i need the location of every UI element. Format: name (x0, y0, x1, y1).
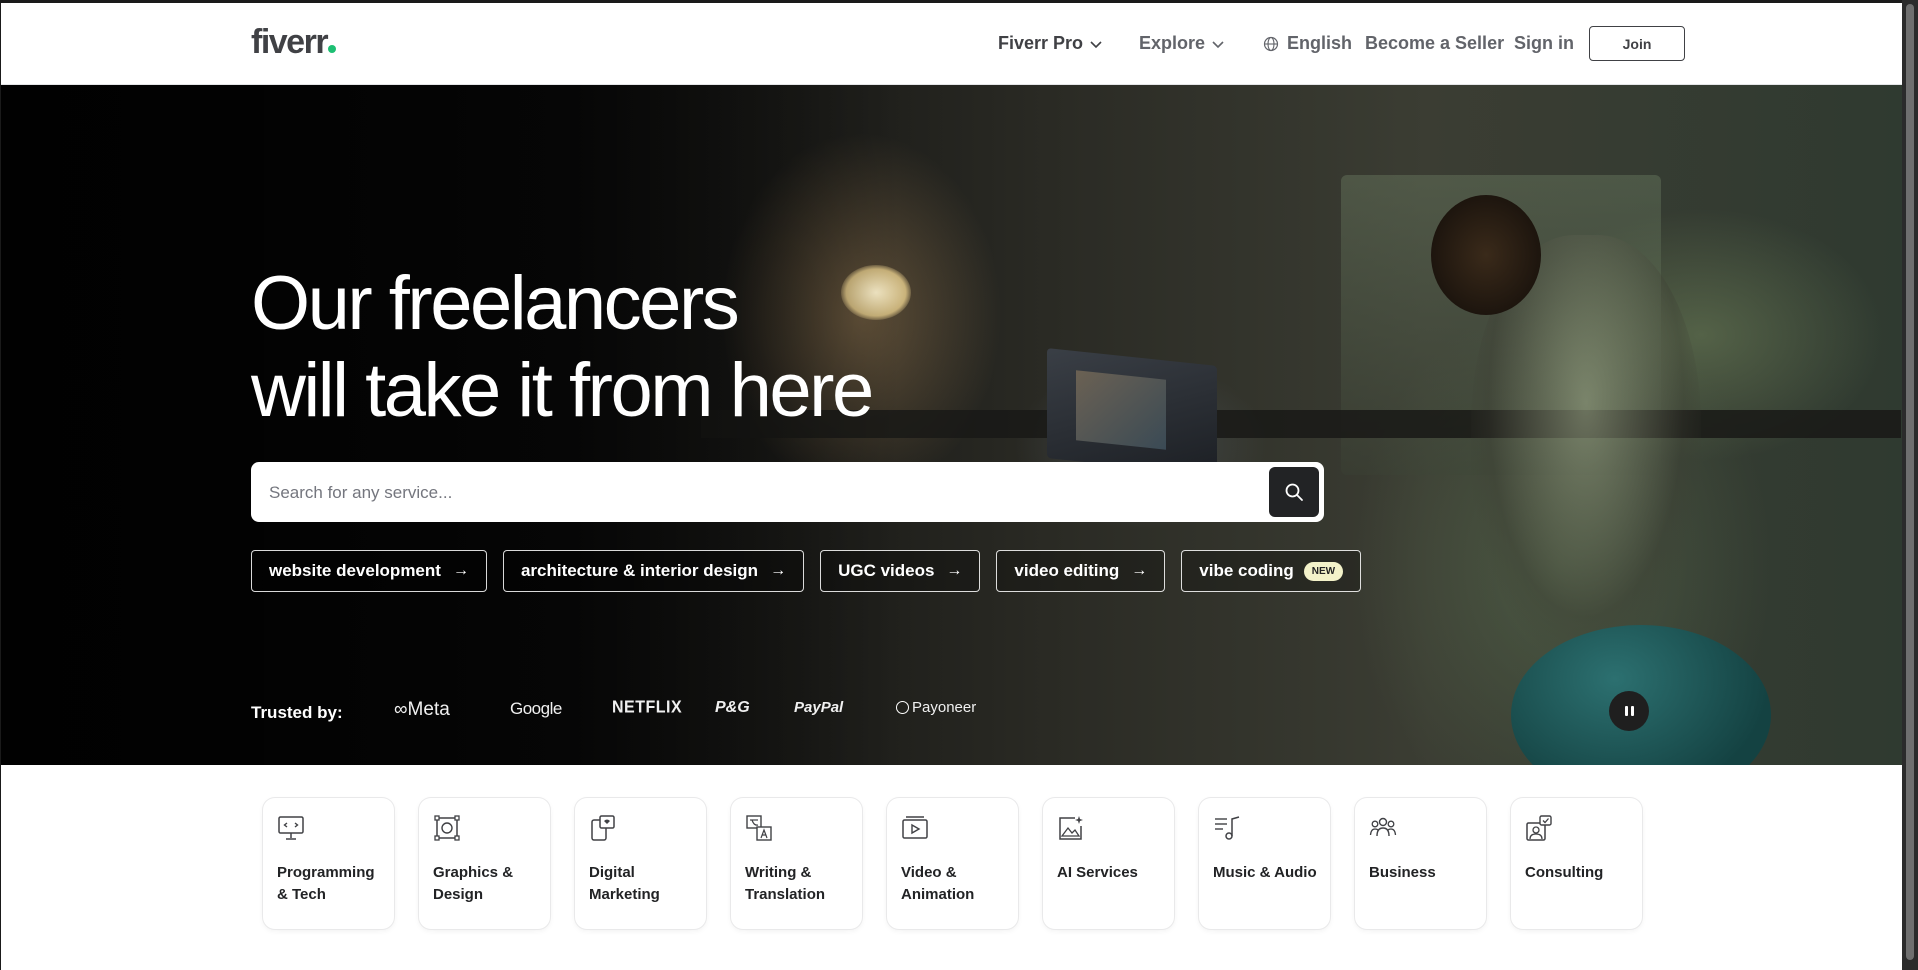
category-music-audio[interactable]: Music & Audio (1199, 798, 1330, 929)
pg-logo: P&G (715, 699, 750, 716)
trusted-by-label: Trusted by: (251, 703, 343, 722)
meta-logo: ∞Meta (394, 699, 450, 720)
category-label: Music & Audio (1213, 864, 1317, 881)
category-label: Programming & Tech (277, 864, 375, 903)
category-video-animation[interactable]: Video & Animation (887, 798, 1018, 929)
chip-video-editing[interactable]: video editing → (996, 550, 1166, 592)
chip-vibe-coding[interactable]: vibe coding NEW (1181, 550, 1362, 592)
chip-website-development[interactable]: website development → (251, 550, 487, 592)
become-seller-label: Become a Seller (1365, 33, 1505, 53)
fiverr-pro-label: Fiverr Pro (998, 33, 1084, 53)
category-writing-translation[interactable]: Writing & Translation (731, 798, 862, 929)
hero-section: Our freelancers will take it from here w… (1, 85, 1902, 765)
chevron-down-icon (1090, 40, 1102, 48)
globe-icon (1263, 36, 1279, 51)
category-consulting[interactable]: Consulting (1511, 798, 1642, 929)
explore-menu[interactable]: Explore (1139, 33, 1225, 54)
sign-in-link[interactable]: Sign in (1514, 33, 1574, 54)
arrow-right-icon: → (770, 562, 787, 579)
new-badge: NEW (1303, 561, 1344, 581)
translation-icon (746, 815, 772, 841)
chip-label: video editing (1014, 561, 1120, 580)
category-label: AI Services (1057, 864, 1138, 881)
pause-icon (1630, 706, 1634, 716)
category-business[interactable]: Business (1355, 798, 1486, 929)
hero-title-line-2: will take it from here (251, 348, 874, 433)
consulting-icon (1526, 815, 1552, 841)
pause-icon (1624, 706, 1628, 716)
join-label: Join (1622, 35, 1652, 52)
logo-green-dot (328, 45, 337, 53)
language-selector[interactable]: English (1263, 33, 1352, 54)
payoneer-logo-text: Payoneer (912, 699, 977, 716)
hero-bg-laptop-screen (1076, 370, 1166, 450)
arrow-right-icon: → (946, 562, 963, 579)
hero-bg-head (1431, 195, 1541, 315)
hero-title: Our freelancers will take it from here (251, 260, 874, 434)
music-note-icon (1215, 816, 1240, 840)
hero-title-line-1: Our freelancers (251, 261, 740, 346)
meta-logo-text: Meta (407, 699, 450, 720)
vector-design-icon (434, 815, 460, 841)
chip-architecture-interior-design[interactable]: architecture & interior design → (502, 550, 805, 592)
popular-searches: website development → architecture & int… (251, 550, 1362, 592)
sign-in-label: Sign in (1514, 33, 1574, 53)
marketing-device-icon (591, 815, 615, 841)
category-label: Writing & Translation (745, 864, 826, 903)
explore-label: Explore (1139, 33, 1206, 53)
category-ai-services[interactable]: AI Services (1043, 798, 1174, 929)
arrow-right-icon: → (452, 562, 469, 579)
category-label: Graphics & Design (433, 864, 514, 903)
search-bar (251, 462, 1324, 524)
payoneer-ring-icon (896, 701, 909, 714)
paypal-logo: PayPal (794, 699, 844, 716)
chip-label: UGC videos (838, 561, 935, 580)
monitor-code-icon (278, 816, 304, 840)
page-scrollbar[interactable] (1902, 0, 1918, 970)
category-label: Digital Marketing (589, 864, 660, 903)
join-button[interactable]: Join (1589, 26, 1685, 61)
language-label: English (1287, 33, 1353, 53)
scrollbar-thumb[interactable] (1906, 4, 1914, 960)
category-graphics-design[interactable]: Graphics & Design (419, 798, 550, 929)
search-input[interactable] (267, 462, 1261, 524)
category-row: Programming & Tech Graphics & Design Dig… (263, 798, 1642, 929)
site-header: fiverr Fiverr Pro Explore English Become… (1, 3, 1902, 85)
ai-image-icon (1059, 816, 1083, 840)
search-button[interactable] (1269, 467, 1319, 517)
fiverr-pro-menu[interactable]: Fiverr Pro (998, 33, 1103, 54)
chip-ugc-videos[interactable]: UGC videos → (820, 550, 981, 592)
payoneer-logo: Payoneer (896, 699, 976, 716)
category-digital-marketing[interactable]: Digital Marketing (575, 798, 706, 929)
become-seller-link[interactable]: Become a Seller (1365, 33, 1504, 54)
google-logo: Google (510, 699, 562, 718)
pause-video-button[interactable] (1609, 691, 1649, 731)
netflix-logo: NETFLIX (612, 698, 683, 717)
people-icon (1369, 817, 1397, 837)
category-label: Consulting (1525, 864, 1604, 881)
arrow-right-icon: → (1131, 562, 1148, 579)
category-label: Video & Animation (901, 864, 975, 903)
category-label: Business (1369, 864, 1436, 881)
fiverr-logo[interactable]: fiverr (251, 23, 337, 61)
chevron-down-icon (1212, 40, 1224, 48)
video-play-icon (902, 816, 928, 839)
chip-label: vibe coding (1199, 561, 1294, 580)
search-icon (1285, 483, 1303, 501)
chip-label: website development (269, 561, 441, 580)
logo-text: fiverr (251, 23, 329, 61)
chip-label: architecture & interior design (520, 561, 759, 580)
category-programming-tech[interactable]: Programming & Tech (263, 798, 394, 929)
